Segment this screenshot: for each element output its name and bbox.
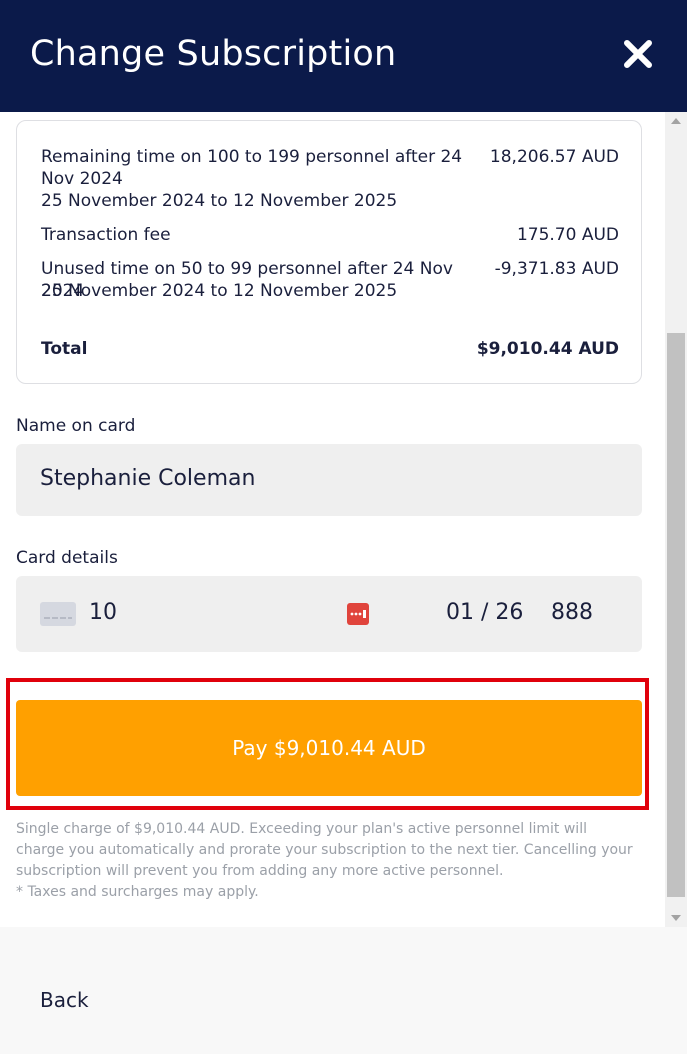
line-amount: 175.70 AUD: [516, 225, 619, 245]
total-amount: $9,010.44 AUD: [476, 339, 619, 359]
fineprint-note: * Taxes and surcharges may apply.: [16, 884, 259, 900]
name-on-card-field[interactable]: Stephanie Coleman: [16, 444, 642, 516]
scrollbar-thumb[interactable]: [667, 333, 685, 897]
line-description: Remaining time on 100 to 199 personnel a…: [41, 147, 463, 189]
fineprint: Single charge of $9,010.44 AUD. Exceedin…: [16, 819, 636, 903]
card-number-input[interactable]: 10: [89, 600, 117, 625]
line-amount: -9,371.83 AUD: [494, 259, 619, 279]
scrollbar[interactable]: [665, 112, 687, 927]
modal-footer: Back: [0, 927, 687, 1054]
cvc-card-icon: [347, 603, 369, 630]
page-title: Change Subscription: [30, 34, 397, 74]
modal-content: Remaining time on 100 to 199 personnel a…: [0, 112, 665, 927]
line-amount: 18,206.57 AUD: [489, 147, 619, 167]
back-button[interactable]: Back: [40, 988, 89, 1012]
close-icon[interactable]: [620, 36, 656, 72]
credit-card-icon: [40, 602, 76, 631]
total-label: Total: [41, 339, 88, 359]
fineprint-text: Single charge of $9,010.44 AUD. Exceedin…: [16, 821, 633, 879]
line-description: Transaction fee: [41, 225, 171, 245]
scroll-up-icon[interactable]: [671, 118, 681, 124]
name-on-card-label: Name on card: [16, 416, 136, 436]
modal-header: Change Subscription: [0, 0, 687, 112]
line-period: 25 November 2024 to 12 November 2025: [41, 281, 398, 301]
card-expiry-input[interactable]: 01 / 26: [446, 600, 523, 625]
scroll-down-icon[interactable]: [671, 915, 681, 921]
name-on-card-value: Stephanie Coleman: [40, 466, 256, 491]
order-summary: Remaining time on 100 to 199 personnel a…: [16, 120, 642, 384]
line-period: 25 November 2024 to 12 November 2025: [41, 191, 398, 211]
pay-button[interactable]: Pay $9,010.44 AUD: [16, 700, 642, 796]
card-cvc-input[interactable]: 888: [551, 600, 593, 625]
card-details-field[interactable]: 10 01 / 26 888: [16, 576, 642, 652]
card-details-label: Card details: [16, 548, 118, 568]
